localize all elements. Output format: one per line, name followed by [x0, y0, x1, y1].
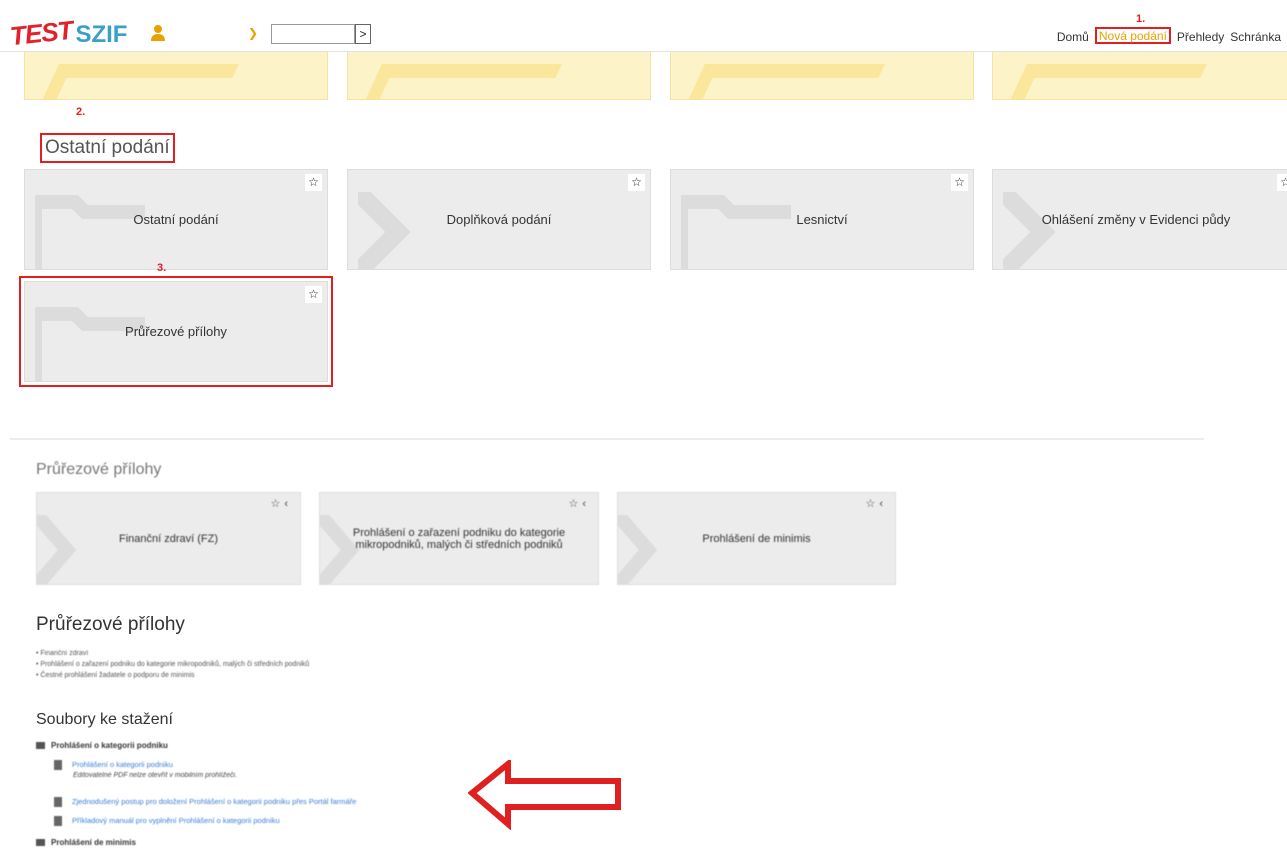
tile-ostatni-podani[interactable]: Ostatní podání ☆ — [24, 169, 328, 270]
logo-szif: SZIF — [75, 21, 128, 48]
folder-icon — [36, 742, 45, 749]
star-icon[interactable]: ☆ — [305, 286, 322, 303]
tile-label: Ohlášení změny v Evidenci půdy — [1041, 212, 1231, 227]
tile-label: Průřezové přílohy — [125, 324, 227, 339]
go-button[interactable]: > — [355, 24, 371, 44]
file-icon — [54, 797, 62, 807]
tile-label: Ostatní podání — [133, 212, 219, 227]
tile-financni-zdravi[interactable]: Finanční zdraví (FZ) ☆‹ — [36, 492, 301, 585]
folder-label: Prohlášení de minimis — [51, 838, 136, 847]
downloads-title: Soubory ke stažení — [36, 711, 173, 728]
main-nav: Domů Nová podání Přehledy Schránka — [1057, 27, 1287, 44]
annotation-1: 1. — [1136, 13, 1146, 25]
info-bullets: Finanční zdraví Prohlášení o zařazení po… — [36, 648, 309, 681]
folder-icon — [36, 839, 45, 846]
list-item: Čestné prohlášení žadatele o podporu de … — [36, 670, 309, 681]
nav-item-nova-podani[interactable]: Nová podání — [1094, 27, 1171, 44]
logo[interactable]: TEST SZIF — [8, 14, 128, 52]
tile-label: Finanční zdraví (FZ) — [118, 532, 219, 545]
arrow-left-icon — [468, 760, 621, 830]
file-label[interactable]: Příkladový manuál pro vyplnění Prohlášen… — [72, 816, 280, 825]
tile-label: Prohlášení o zařazení podniku do kategor… — [352, 526, 566, 551]
section-title-prurezove-prilohy: Průřezové přílohy — [36, 461, 162, 478]
yellow-tile[interactable] — [24, 52, 328, 100]
download-file-link[interactable]: Příkladový manuál pro vyplnění Prohlášen… — [54, 816, 280, 826]
divider — [10, 438, 1204, 440]
list-item: Prohlášení o zařazení podniku do kategor… — [36, 659, 309, 670]
file-note: Editovatelné PDF nelze otevřít v mobilní… — [73, 772, 238, 779]
yellow-tile[interactable] — [347, 52, 651, 100]
tile-label: Lesnictví — [796, 212, 848, 227]
annotation-3: 3. — [157, 262, 167, 274]
file-label[interactable]: Zjednodušený postup pro doložení Prohláš… — [72, 797, 356, 806]
subject-select-input[interactable] — [271, 24, 355, 44]
tile-lesnictvi[interactable]: Lesnictví ☆ — [670, 169, 974, 270]
file-icon — [54, 760, 62, 770]
file-label[interactable]: Prohlášení o kategorii podniku — [72, 760, 173, 769]
tile-label: Doplňková podání — [446, 212, 552, 227]
nav-item-domu[interactable]: Domů — [1057, 30, 1089, 44]
info-title: Průřezové přílohy — [36, 614, 185, 635]
tile-prohlaseni-o-zarazeni[interactable]: Prohlášení o zařazení podniku do kategor… — [319, 492, 599, 585]
star-icon[interactable]: ☆ — [305, 174, 322, 191]
tile-label: Prohlášení de minimis — [702, 532, 811, 545]
tile-prurezove-prilohy[interactable]: Průřezové přílohy ☆ — [19, 276, 333, 387]
tile-doplnkova-podani[interactable]: Doplňková podání ☆ — [347, 169, 651, 270]
file-icon — [54, 816, 62, 826]
user-icon[interactable] — [150, 24, 166, 42]
star-collapse-controls[interactable]: ☆‹ — [865, 497, 887, 510]
folder-label: Prohlášení o kategorii podniku — [51, 741, 168, 750]
app-header: TEST SZIF ❯ > Domů Nová podání Přehledy … — [0, 0, 1287, 52]
download-file-link[interactable]: Prohlášení o kategorii podniku — [54, 760, 173, 770]
star-icon[interactable]: ☆ — [951, 174, 968, 191]
star-icon[interactable]: ☆ — [628, 174, 645, 191]
logo-test: TEST — [8, 14, 74, 52]
tile-prohlaseni-de-minimis[interactable]: Prohlášení de minimis ☆‹ — [617, 492, 896, 585]
download-folder-kategorie[interactable]: Prohlášení o kategorii podniku — [36, 741, 168, 750]
section-title-ostatni-podani: Ostatní podání — [40, 133, 175, 163]
download-folder-de-minimis[interactable]: Prohlášení de minimis — [36, 838, 136, 847]
nav-item-prehledy[interactable]: Přehledy — [1177, 30, 1224, 44]
yellow-tile[interactable] — [992, 52, 1287, 100]
yellow-tile[interactable] — [670, 52, 974, 100]
star-collapse-controls[interactable]: ☆‹ — [270, 497, 292, 510]
list-item: Finanční zdraví — [36, 648, 309, 659]
tile-ohlaseni-zmeny[interactable]: Ohlášení změny v Evidenci půdy ☆ — [992, 169, 1287, 270]
nav-item-schranka[interactable]: Schránka — [1230, 30, 1281, 44]
star-icon[interactable]: ☆ — [1277, 174, 1287, 191]
star-collapse-controls[interactable]: ☆‹ — [568, 497, 590, 510]
annotation-2: 2. — [76, 106, 86, 118]
chevron-down-icon[interactable]: ❯ — [248, 26, 258, 40]
download-file-link[interactable]: Zjednodušený postup pro doložení Prohláš… — [54, 797, 356, 807]
